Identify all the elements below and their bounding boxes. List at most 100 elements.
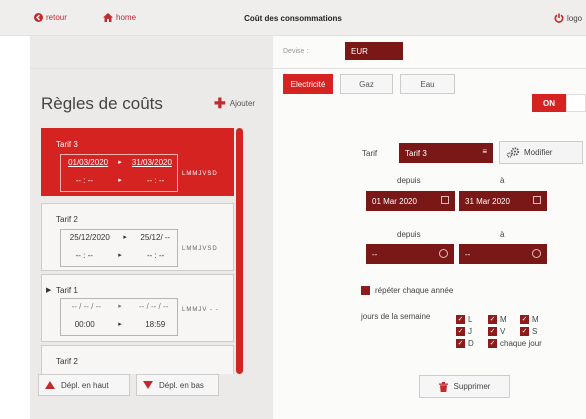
date-from-value: 01 Mar 2020 bbox=[372, 197, 417, 206]
tab-eau[interactable]: Eau bbox=[400, 74, 455, 94]
checkmark-icon: ✓ bbox=[456, 338, 465, 348]
devise-label: Devise : bbox=[283, 48, 309, 55]
checkbox-unchecked-icon bbox=[361, 286, 370, 295]
tarif-value: Tarif 3 bbox=[405, 149, 427, 158]
logout-button[interactable]: logo bbox=[554, 13, 582, 23]
delete-button[interactable]: Supprimer bbox=[419, 375, 510, 398]
time-to-label: à bbox=[500, 230, 505, 239]
tarif-select[interactable]: Tarif 3 ≡ bbox=[399, 143, 493, 163]
arrow-right-icon: ▸ bbox=[123, 234, 127, 241]
rule-name: Tarif 3 bbox=[56, 140, 78, 149]
rule-time-from: -- : -- bbox=[75, 176, 93, 185]
every-day-checkbox[interactable]: ✓ chaque jour bbox=[488, 338, 568, 348]
weekday-label: M bbox=[500, 314, 507, 324]
add-rule-button[interactable]: ✚ Ajouter bbox=[214, 96, 255, 110]
time-from-field[interactable]: -- bbox=[366, 244, 454, 264]
rule-time-from: -- : -- bbox=[75, 251, 93, 260]
time-from-value: -- bbox=[372, 250, 378, 259]
weekday-checkbox[interactable]: ✓ D bbox=[456, 338, 488, 348]
checkmark-icon: ✓ bbox=[520, 326, 529, 336]
on-off-toggle[interactable]: ON bbox=[532, 94, 586, 112]
weekday-checkbox[interactable]: ✓ S bbox=[520, 326, 552, 336]
weekday-label: V bbox=[500, 326, 506, 336]
move-up-button[interactable]: Dépl. en haut bbox=[38, 374, 130, 396]
trash-icon bbox=[438, 381, 448, 392]
weekday-checkbox[interactable]: ✓ V bbox=[488, 326, 520, 336]
weekday-checkbox[interactable]: ✓ M bbox=[488, 314, 520, 324]
checkmark-icon: ✓ bbox=[488, 338, 497, 348]
date-from-label: depuis bbox=[397, 176, 421, 185]
rule-period: 25/12/2020 ▸ 25/12/ -- -- : -- ▸ -- : -- bbox=[60, 229, 178, 267]
rule-date-from: 25/12/2020 bbox=[69, 233, 110, 242]
time-to-field[interactable]: -- bbox=[459, 244, 547, 264]
rule-name: Tarif 1 bbox=[56, 286, 78, 295]
devise-select[interactable]: EUR bbox=[345, 42, 403, 60]
time-to-value: -- bbox=[465, 250, 471, 259]
rule-dates: 01/03/2020 ▸ 31/03/2020 bbox=[61, 158, 179, 167]
rule-dates: -- / -- / -- ▸ -- / -- / -- bbox=[61, 302, 179, 311]
date-from-field[interactable]: 01 Mar 2020 bbox=[366, 191, 455, 211]
pointer-icon: ▶ bbox=[46, 287, 52, 294]
power-icon bbox=[554, 13, 564, 23]
rule-days: LMMJVSD bbox=[182, 246, 218, 252]
arrow-right-icon: ▸ bbox=[118, 321, 122, 328]
checkmark-icon: ✓ bbox=[520, 314, 529, 324]
weekday-checkbox[interactable]: ✓ L bbox=[456, 314, 488, 324]
add-rule-label: Ajouter bbox=[229, 98, 256, 108]
move-down-button[interactable]: Dépl. en bas bbox=[136, 374, 219, 396]
repeat-yearly-checkbox[interactable]: répéter chaque année bbox=[361, 286, 453, 295]
logout-label: logo bbox=[567, 13, 583, 23]
rule-times: 00:00 ▸ 18:59 bbox=[61, 320, 179, 329]
tab-gaz[interactable]: Gaz bbox=[340, 74, 393, 94]
weekdays-grid: ✓ L ✓ M ✓ M ✓ J ✓ V ✓ S ✓ D ✓ chaque jour bbox=[456, 314, 568, 350]
calendar-icon bbox=[441, 196, 449, 204]
rule-item-tarif-3[interactable]: Tarif 3 01/03/2020 ▸ 31/03/2020 -- : -- … bbox=[41, 128, 234, 196]
rule-time-to: 18:59 bbox=[145, 320, 166, 329]
checkmark-icon: ✓ bbox=[456, 326, 465, 336]
weekday-checkbox[interactable]: ✓ J bbox=[456, 326, 488, 336]
arrow-right-icon: ▸ bbox=[118, 303, 122, 310]
arrow-right-icon: ▸ bbox=[118, 177, 122, 184]
rule-period: -- / -- / -- ▸ -- / -- / -- 00:00 ▸ 18:5… bbox=[60, 298, 178, 336]
rule-item-tarif-1[interactable]: ▶ Tarif 1 -- / -- / -- ▸ -- / -- / -- 00… bbox=[41, 274, 234, 342]
weekday-label: S bbox=[532, 326, 538, 336]
top-bar: retour home Coût des consommations logo bbox=[0, 0, 586, 36]
rule-item-tarif-2b[interactable]: Tarif 2 bbox=[41, 345, 234, 374]
rule-name: Tarif 2 bbox=[56, 357, 78, 366]
arrow-right-icon: ▸ bbox=[118, 252, 122, 259]
rule-days: LMMJV - - bbox=[182, 307, 219, 313]
checkmark-icon: ✓ bbox=[488, 314, 497, 324]
clock-icon bbox=[532, 249, 541, 258]
devise-row: Devise : EUR bbox=[273, 40, 586, 64]
date-to-label: à bbox=[500, 176, 505, 185]
calendar-icon bbox=[533, 196, 541, 204]
date-to-field[interactable]: 31 Mar 2020 bbox=[459, 191, 547, 211]
divider bbox=[30, 68, 586, 69]
toggle-on-label: ON bbox=[532, 94, 566, 112]
repeat-yearly-label: répéter chaque année bbox=[375, 286, 454, 295]
rules-list: Tarif 3 01/03/2020 ▸ 31/03/2020 -- : -- … bbox=[41, 128, 234, 374]
rule-item-tarif-2[interactable]: Tarif 2 25/12/2020 ▸ 25/12/ -- -- : -- ▸… bbox=[41, 203, 234, 271]
rules-title: Règles de coûts bbox=[41, 94, 163, 113]
checkmark-icon: ✓ bbox=[456, 314, 465, 324]
weekdays-label: jours de la semaine bbox=[361, 312, 431, 321]
page-title: Coût des consommations bbox=[244, 14, 342, 23]
rule-date-to: 25/12/ -- bbox=[140, 233, 171, 242]
rules-scrollbar[interactable] bbox=[236, 128, 243, 374]
weekday-label: D bbox=[468, 338, 474, 348]
weekday-checkbox[interactable]: ✓ M bbox=[520, 314, 552, 324]
tarif-label: Tarif bbox=[362, 149, 378, 158]
rule-date-from: 01/03/2020 bbox=[68, 158, 109, 167]
checkmark-icon: ✓ bbox=[488, 326, 497, 336]
rule-time-from: 00:00 bbox=[74, 320, 95, 329]
rule-dates: 25/12/2020 ▸ 25/12/ -- bbox=[61, 233, 179, 242]
rule-name: Tarif 2 bbox=[56, 215, 78, 224]
modify-button[interactable]: Modifier bbox=[499, 141, 583, 164]
tab-electricite[interactable]: Electricité bbox=[283, 74, 333, 94]
triangle-up-icon bbox=[45, 381, 55, 389]
energy-tabs: Electricité Gaz Eau bbox=[283, 74, 455, 94]
gear-icon bbox=[506, 147, 520, 158]
rule-time-to: -- : -- bbox=[147, 176, 165, 185]
list-icon: ≡ bbox=[482, 147, 487, 156]
arrow-right-icon: ▸ bbox=[118, 159, 122, 166]
